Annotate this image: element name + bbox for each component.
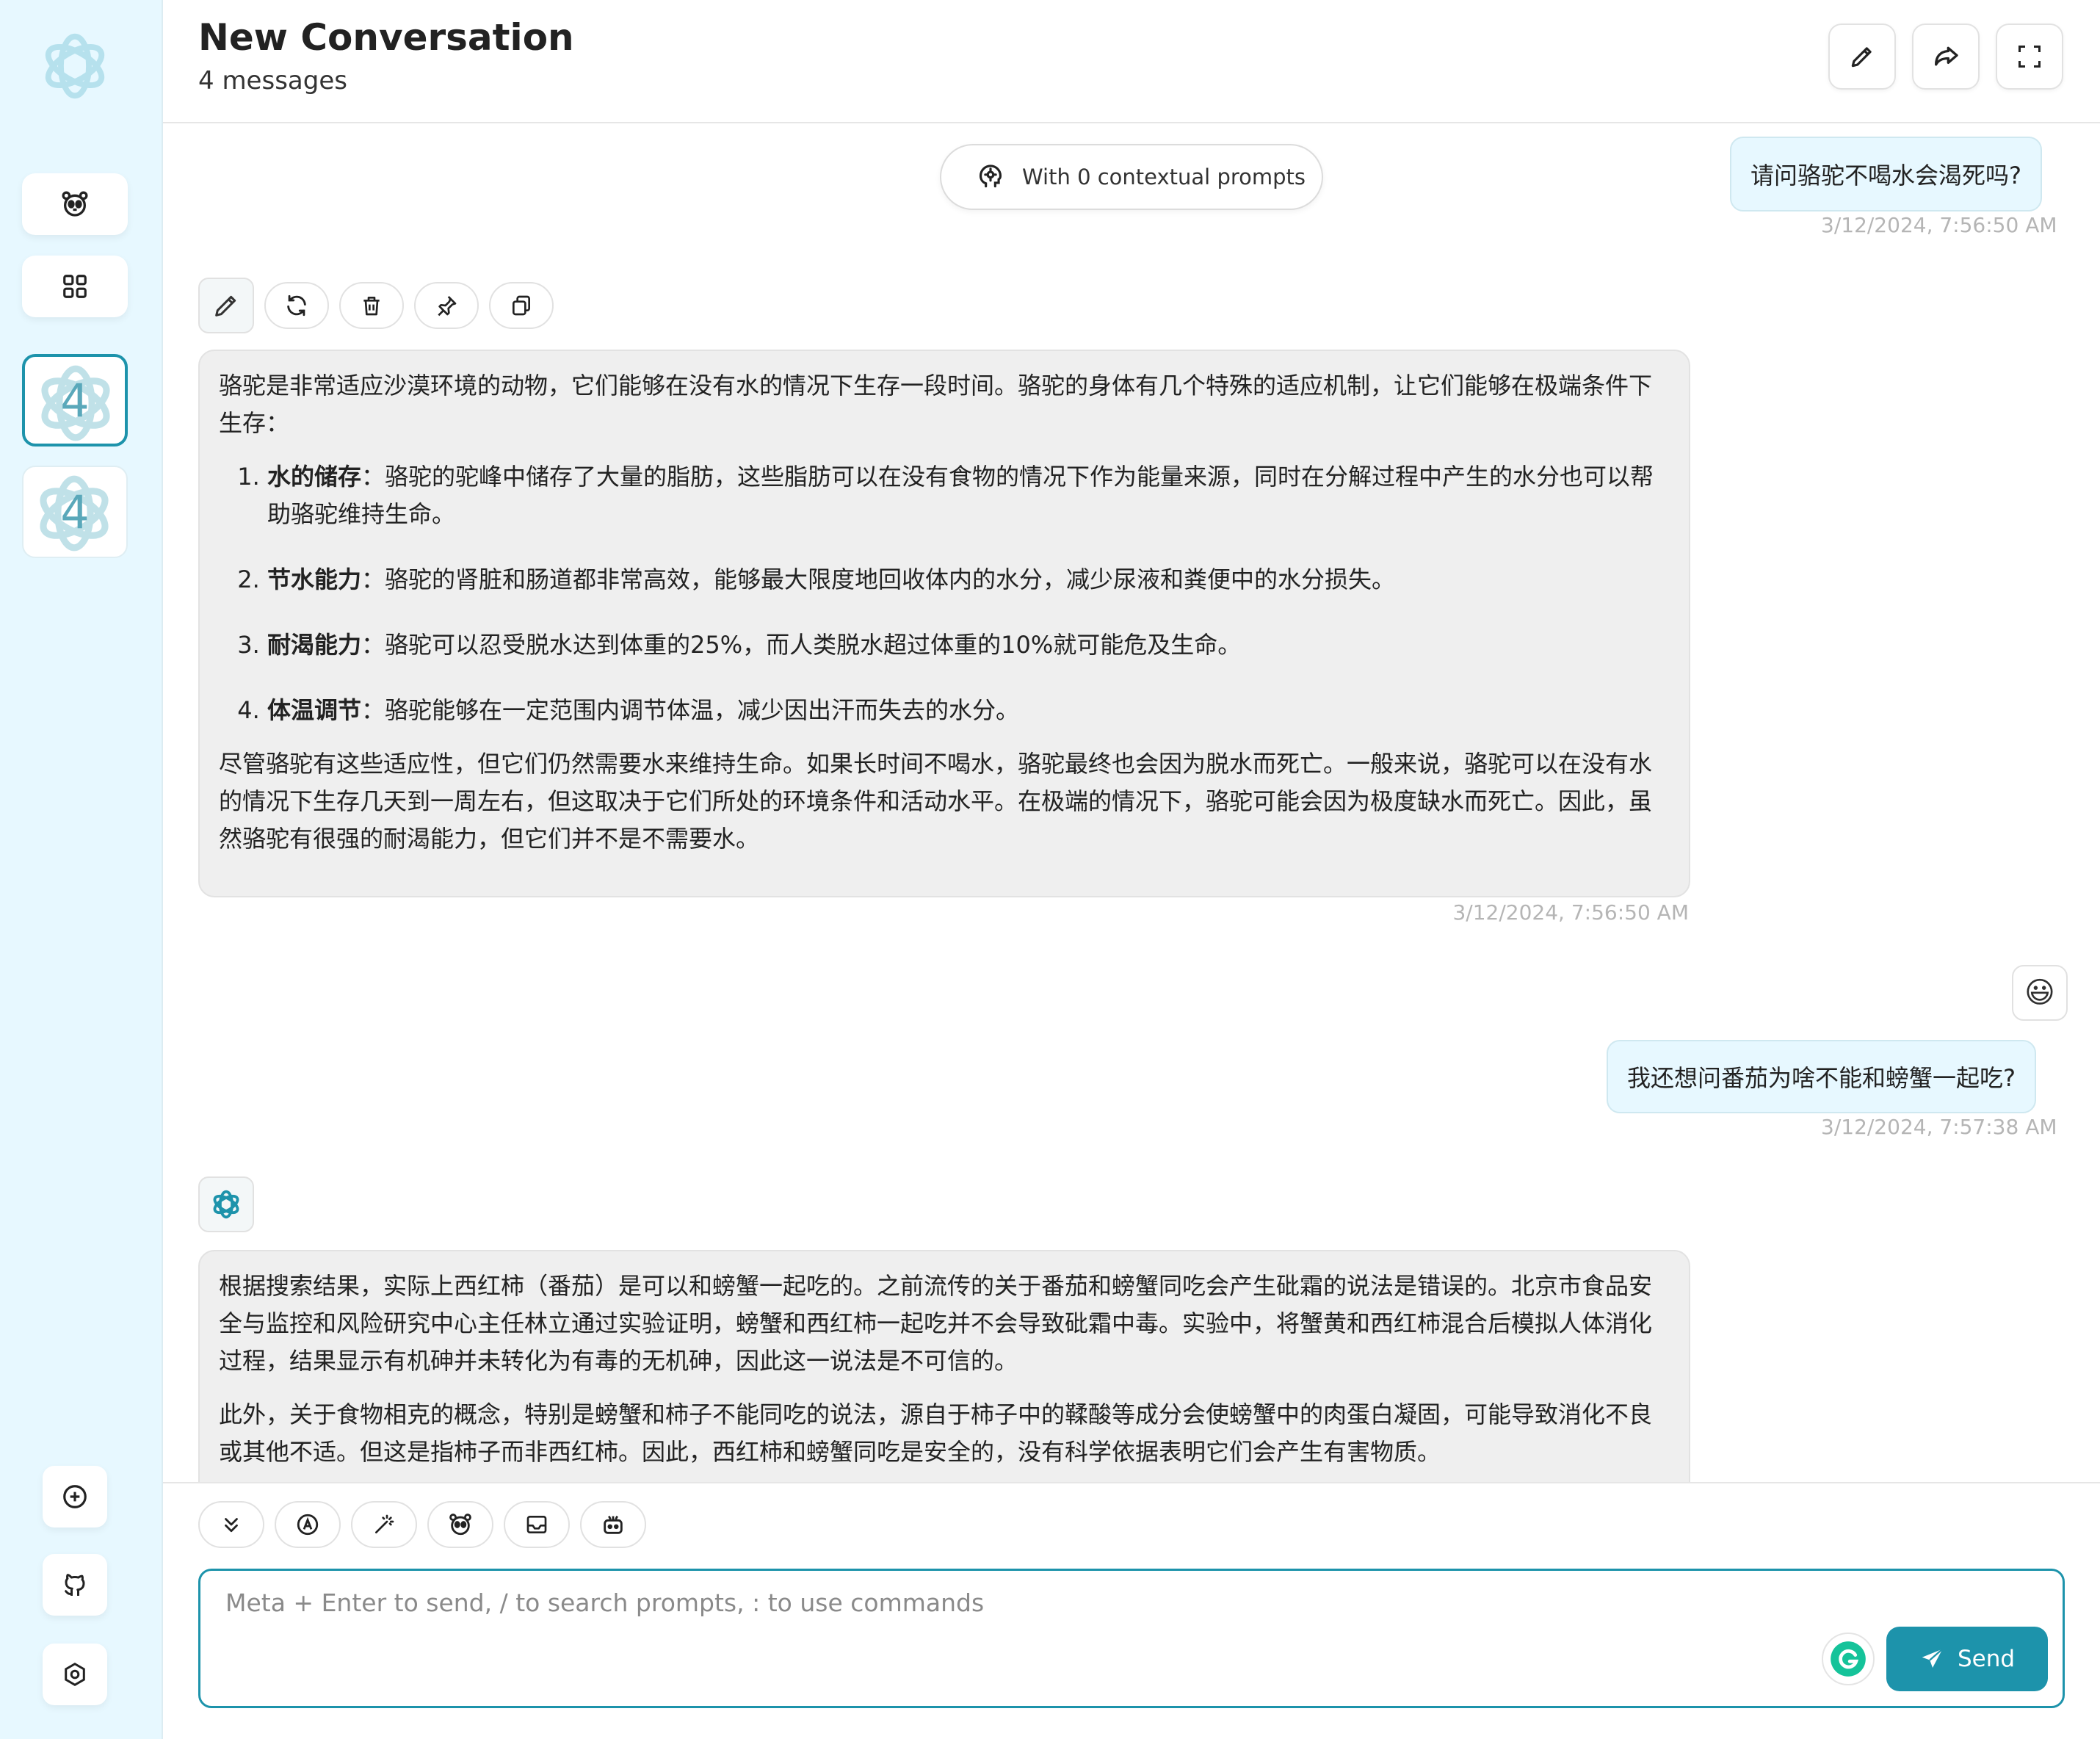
chat-input[interactable] [200,1571,2063,1706]
trash-icon [363,297,380,316]
pencil-icon [1851,47,1872,68]
contextual-prompts-button[interactable]: With 0 contextual prompts [940,144,1323,210]
openai-logo-icon [45,33,105,99]
list-item-title: 节水能力 [267,565,362,593]
grammarly-button[interactable] [1822,1633,1875,1685]
theme-auto-icon [297,1514,319,1536]
grid-icon [63,275,87,298]
refresh-icon [287,294,306,317]
model-switch-button[interactable] [275,1501,341,1548]
robot-icon [604,1516,623,1534]
list-item: 节水能力：骆驼的肾脏和肠道都非常高效，能够最大限度地回收体内的水分，减少尿液和粪… [267,561,1670,599]
plugin-button[interactable] [580,1501,646,1548]
assistant-paragraph: 骆驼是非常适应沙漠环境的动物，它们能够在没有水的情况下生存一段时间。骆驼的身体有… [219,372,1653,437]
list-item-title: 耐渴能力 [267,631,362,659]
github-icon [64,1574,85,1596]
assistant-paragraph: 此外，关于食物相克的概念，特别是螃蟹和柿子不能同吃的说法，源自于柿子中的鞣酸等成… [219,1400,1653,1466]
session-card-active[interactable]: 4 [22,354,128,446]
chevrons-down-icon [225,1518,238,1533]
masks-tool-button[interactable] [427,1501,493,1548]
session-card-count: 4 [60,485,90,539]
message-timestamp: 3/12/2024, 7:56:50 AM [1452,900,1689,925]
plugins-button[interactable] [22,256,128,317]
settings-icon [65,1663,85,1686]
copy-icon [513,295,530,316]
magic-wand-icon [375,1514,394,1533]
message-timestamp: 3/12/2024, 7:57:38 AM [1821,1115,2057,1139]
send-label: Send [1957,1646,2016,1672]
assistant-paragraph: 根据搜索结果，实际上西红柿（番茄）是可以和螃蟹一起吃的。之前流传的关于番茄和螃蟹… [219,1272,1653,1375]
clear-context-button[interactable] [504,1501,570,1548]
chat-toolbar [198,1501,646,1548]
user-message-text: 请问骆驼不喝水会渴死吗? [1750,162,2021,189]
assistant-avatar [198,1176,254,1232]
contextual-prompts-label: With 0 contextual prompts [1022,164,1306,189]
list-item: 水的储存：骆驼的驼峰中储存了大量的脂肪，这些脂肪可以在没有食物的情况下作为能量来… [267,458,1670,533]
list-item-text: ：骆驼可以忍受脱水达到体重的25%，而人类脱水超过体重的10%就可能危及生命。 [361,631,1242,659]
edit-message-avatar[interactable] [198,278,254,333]
panda-mask-icon [449,1514,471,1536]
list-item-text: ：骆驼的肾脏和肠道都非常高效，能够最大限度地回收体内的水分，减少尿液和粪便中的水… [361,565,1396,593]
fullscreen-icon [2018,46,2041,68]
session-card[interactable]: 4 [22,466,128,558]
list-item-title: 体温调节 [267,696,362,724]
retry-button[interactable] [264,282,329,329]
pin-icon [438,296,457,317]
share-icon [1935,46,1958,66]
session-card-count: 4 [60,373,90,427]
assistant-list: 水的储存：骆驼的驼峰中储存了大量的脂肪，这些脂肪可以在没有食物的情况下作为能量来… [219,458,1670,729]
send-icon [1922,1648,1944,1668]
copy-button[interactable] [489,282,554,329]
list-item-text: ：骆驼能够在一定范围内调节体温，减少因出汗而失去的水分。 [361,696,1020,724]
list-item-text: ：骆驼的驼峰中储存了大量的脂肪，这些脂肪可以在没有食物的情况下作为能量来源，同时… [267,463,1654,528]
user-avatar-emoji[interactable]: 😃 [2012,965,2068,1021]
github-button[interactable] [43,1554,107,1616]
list-item: 耐渴能力：骆驼可以忍受脱水达到体重的25%，而人类脱水超过体重的10%就可能危及… [267,626,1670,664]
chat-header: New Conversation 4 messages [163,0,2100,123]
message-count: 4 messages [198,66,347,95]
chat-input-box[interactable]: Send [198,1569,2065,1708]
chat-body: With 0 contextual prompts 请问骆驼不喝水会渴死吗? 3… [163,125,2100,1482]
masks-button[interactable] [22,173,128,235]
list-item: 体温调节：骆驼能够在一定范围内调节体温，减少因出汗而失去的水分。 [267,692,1670,729]
openai-logo-icon [213,1190,239,1219]
scroll-to-bottom-button[interactable] [198,1501,264,1548]
page-title[interactable]: New Conversation [198,16,574,59]
add-circle-icon [63,1485,87,1508]
pencil-icon [215,295,236,317]
message-timestamp: 3/12/2024, 7:56:50 AM [1821,213,2057,237]
user-message: 请问骆驼不喝水会渴死吗? [1730,137,2042,212]
fullscreen-button[interactable] [1996,24,2063,90]
new-chat-button[interactable] [43,1466,107,1528]
grammarly-icon [1831,1641,1866,1677]
broom-box-icon [526,1516,547,1533]
share-button[interactable] [1912,24,1980,90]
message-actions [198,278,554,333]
assistant-message: 根据搜索结果，实际上西红柿（番茄）是可以和螃蟹一起吃的。之前流传的关于番茄和螃蟹… [198,1250,1690,1482]
settings-button[interactable] [43,1644,107,1705]
assistant-message: 骆驼是非常适应沙漠环境的动物，它们能够在没有水的情况下生存一段时间。骆驼的身体有… [198,350,1690,897]
prompts-button[interactable] [351,1501,417,1548]
pin-button[interactable] [414,282,479,329]
sidebar: 4 4 [0,0,163,1739]
emoji-face-icon: 😃 [2024,976,2055,1010]
brain-icon [979,164,1002,188]
list-item-title: 水的储存 [267,463,362,491]
input-panel: Send [163,1482,2100,1739]
rename-button[interactable] [1828,24,1896,90]
send-button[interactable]: Send [1886,1627,2048,1691]
user-message-text: 我还想问番茄为啥不能和螃蟹一起吃? [1627,1064,2016,1092]
panda-mask-icon [62,191,88,217]
user-message: 我还想问番茄为啥不能和螃蟹一起吃? [1607,1040,2036,1113]
delete-button[interactable] [339,282,404,329]
assistant-paragraph: 尽管骆驼有这些适应性，但它们仍然需要水来维持生命。如果长时间不喝水，骆驼最终也会… [219,750,1653,853]
